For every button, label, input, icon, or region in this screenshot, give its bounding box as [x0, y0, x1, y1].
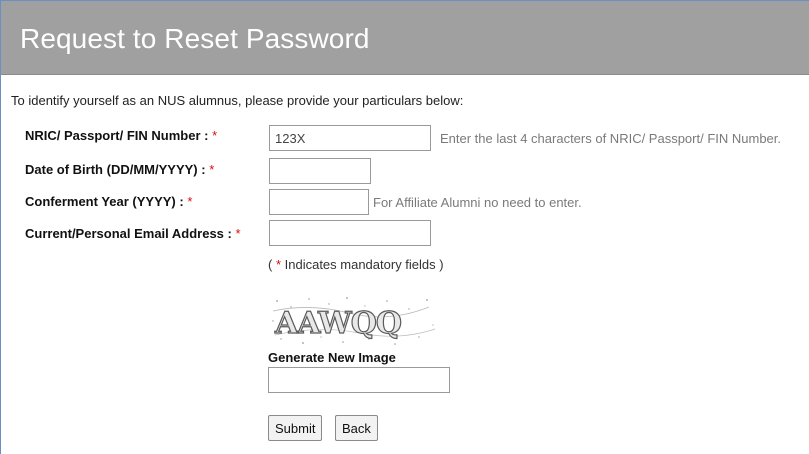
email-label: Current/Personal Email Address : * [25, 226, 241, 241]
dob-label-text: Date of Birth (DD/MM/YYYY) : [25, 162, 206, 177]
nric-label: NRIC/ Passport/ FIN Number : * [25, 128, 217, 143]
back-button[interactable]: Back [335, 415, 378, 441]
submit-button[interactable]: Submit [268, 415, 323, 441]
required-mark: * [235, 226, 241, 241]
conferment-hint: For Affiliate Alumni no need to enter. [373, 195, 582, 210]
dob-input[interactable] [269, 158, 371, 184]
captcha-image: AAWQQ [272, 297, 436, 345]
captcha-input[interactable] [268, 367, 450, 393]
conferment-label: Conferment Year (YYYY) : * [25, 194, 192, 209]
nric-label-text: NRIC/ Passport/ FIN Number : [25, 128, 209, 143]
email-label-text: Current/Personal Email Address : [25, 226, 232, 241]
required-mark: * [187, 194, 193, 209]
generate-new-image-link[interactable]: Generate New Image [268, 350, 396, 365]
conferment-label-text: Conferment Year (YYYY) : [25, 194, 184, 209]
page-header: Request to Reset Password [1, 1, 809, 75]
mandatory-note-open: ( [268, 257, 276, 272]
reset-password-page: Request to Reset Password To identify yo… [0, 0, 809, 454]
nric-input[interactable] [269, 125, 431, 151]
conferment-year-input[interactable] [269, 189, 369, 215]
intro-text: To identify yourself as an NUS alumnus, … [11, 93, 464, 108]
required-mark: * [212, 128, 218, 143]
nric-hint: Enter the last 4 characters of NRIC/ Pas… [440, 131, 782, 146]
mandatory-note-text: Indicates mandatory fields ) [281, 257, 444, 272]
mandatory-note: ( * Indicates mandatory fields ) [268, 257, 444, 272]
page-title: Request to Reset Password [20, 23, 370, 54]
email-input[interactable] [269, 220, 431, 246]
dob-label: Date of Birth (DD/MM/YYYY) : * [25, 162, 214, 177]
required-mark: * [209, 162, 215, 177]
captcha-text: AAWQQ [274, 306, 401, 341]
